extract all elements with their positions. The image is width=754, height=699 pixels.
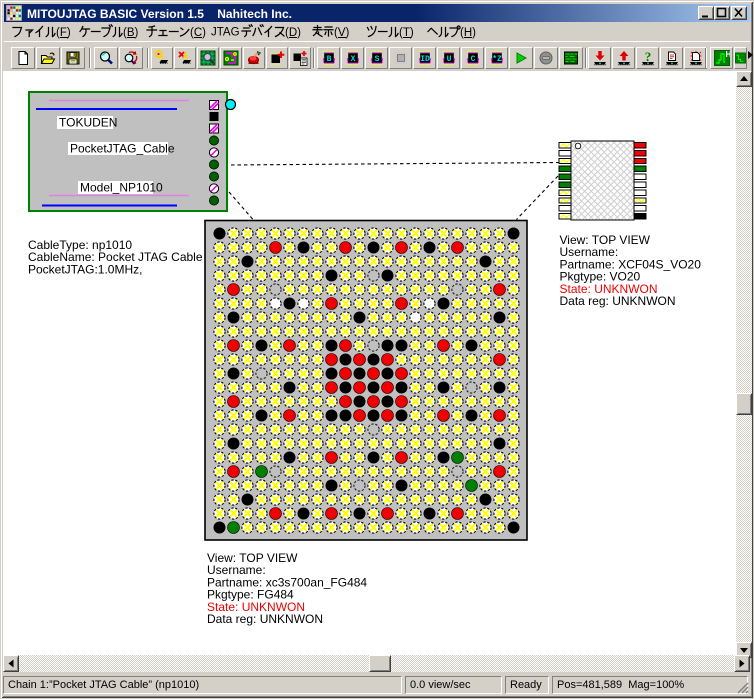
svg-text:U: U (446, 55, 451, 64)
svg-text:JTAG: JTAG (211, 27, 240, 39)
svg-text:ID: ID (420, 55, 430, 64)
svg-text:PocketJTAG_Cable: PocketJTAG_Cable (70, 142, 175, 156)
svg-text:B: B (326, 55, 331, 64)
svg-text:X: X (350, 55, 355, 64)
svg-text:Data reg: UNKNWON: Data reg: UNKNWON (207, 612, 323, 626)
svg-text:Model_NP1010: Model_NP1010 (80, 181, 163, 195)
svg-text:*Z: *Z (492, 55, 502, 64)
svg-text:PocketJTAG:1.0MHz,: PocketJTAG:1.0MHz, (28, 262, 142, 276)
svg-text:S: S (374, 55, 379, 64)
svg-text:TOKUDEN: TOKUDEN (59, 116, 117, 130)
svg-text:?: ? (644, 50, 651, 64)
svg-text:C: C (470, 55, 475, 64)
svg-text:H: H (725, 50, 730, 59)
svg-text:Data reg: UNKNWON: Data reg: UNKNWON (560, 294, 676, 308)
